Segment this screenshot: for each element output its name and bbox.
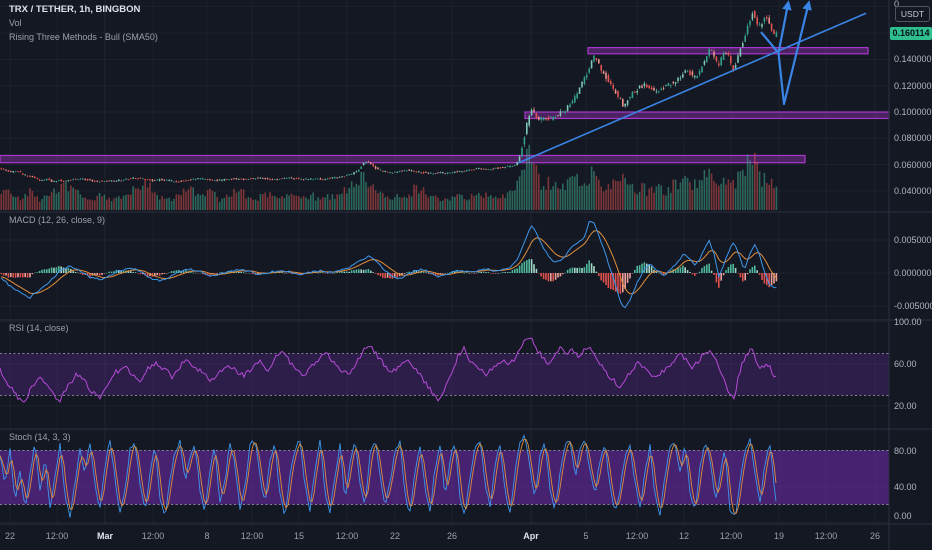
price-tick: 0.120000 <box>894 81 932 91</box>
time-axis-label: 12:00 <box>814 531 838 541</box>
volume-bars <box>0 144 778 210</box>
rsi-tick: 60.00 <box>894 359 917 369</box>
time-axis-label: 22 <box>4 531 15 541</box>
time-axis-label: 19 <box>773 531 784 541</box>
stoch-tick: 0.00 <box>894 511 912 521</box>
time-axis-label: 12:00 <box>240 531 264 541</box>
price-tick: 0.040000 <box>894 186 932 196</box>
price-tick: 0.100000 <box>894 107 932 117</box>
time-axis-label: 12:00 <box>45 531 69 541</box>
time-axis-label: 12:00 <box>625 531 649 541</box>
time-axis-label: 22 <box>389 531 400 541</box>
stoch-tick: 40.00 <box>894 482 917 492</box>
rsi-panel <box>0 337 889 403</box>
time-axis-label: 26 <box>869 531 880 541</box>
time-axis-label: Mar <box>96 531 113 541</box>
stoch-panel <box>0 433 889 518</box>
price-tick: 0.080000 <box>894 133 932 143</box>
time-axis-label: 15 <box>293 531 304 541</box>
price-tick: 0.060000 <box>894 160 932 170</box>
trading-chart-app: TRX / TETHER, 1h, BINGBON Vol Rising Thr… <box>0 0 932 550</box>
price-tick: 0.140000 <box>894 54 932 64</box>
time-axis-label: 12:00 <box>141 531 165 541</box>
macd-lines <box>0 221 777 309</box>
trendline-drawing <box>517 12 867 164</box>
time-axis-label: 26 <box>446 531 457 541</box>
rsi-tick: 20.00 <box>894 401 917 411</box>
macd-histogram <box>0 258 778 294</box>
chart-canvas[interactable] <box>0 0 932 550</box>
macd-tick: 0.000000 <box>894 268 932 278</box>
time-axis-label: 5 <box>583 531 589 541</box>
time-axis-label: 12:00 <box>719 531 743 541</box>
time-axis-label: 12 <box>678 531 689 541</box>
supply-demand-zones <box>0 47 890 164</box>
time-axis[interactable]: 22 12:00 Mar 12:00 8 12:00 15 12:00 22 26 Apr 5 12:0… <box>0 524 932 550</box>
last-price-tag: 0.160114 <box>890 27 932 40</box>
price-axis[interactable]: 0. USDT 0.160114 0.140000 0.120000 0.10000… <box>890 0 932 524</box>
time-axis-label: 8 <box>204 531 210 541</box>
stoch-tick: 80.00 <box>894 446 917 456</box>
usdt-currency-button[interactable]: USDT <box>895 6 930 22</box>
macd-tick: -0.005000 <box>894 301 932 311</box>
time-axis-label: 12:00 <box>335 531 359 541</box>
rsi-tick: 100.00 <box>894 317 922 327</box>
macd-tick: 0.005000 <box>894 235 932 245</box>
time-axis-label: Apr <box>523 531 539 541</box>
